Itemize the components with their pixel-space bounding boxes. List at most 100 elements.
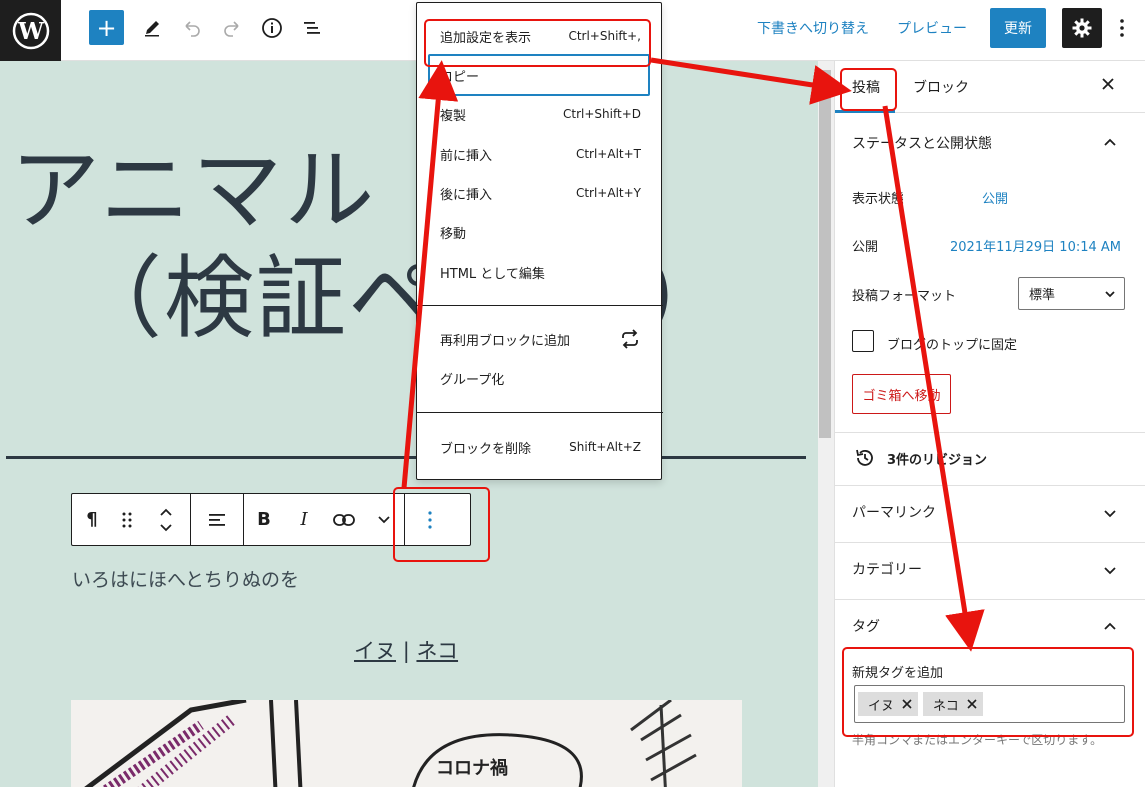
svg-text:コロナ禍: コロナ禍 <box>436 757 508 779</box>
block-toolbar-group-format: B I <box>244 494 405 545</box>
annotation-highlight-options-button <box>393 487 490 562</box>
menu-item-label: 移動 <box>440 226 467 242</box>
post-title-line-1: アニマル <box>10 138 377 243</box>
chevron-up-icon[interactable] <box>1103 619 1117 633</box>
italic-icon: I <box>300 509 308 530</box>
link-icon <box>333 513 355 526</box>
menu-item-label: 前に挿入 <box>440 148 493 164</box>
close-icon <box>1102 78 1114 90</box>
paragraph-type-button[interactable]: ¶ <box>72 494 112 545</box>
menu-item-insert-before[interactable]: 前に挿入 Ctrl+Alt+T <box>417 134 663 174</box>
bold-icon: B <box>257 509 271 530</box>
menu-item-shortcut: Shift+Alt+Z <box>569 440 641 454</box>
sticky-label: ブログのトップに固定 <box>887 338 1018 353</box>
annotation-highlight-post-tab <box>840 68 897 111</box>
gear-icon <box>1072 18 1092 38</box>
sidebar-divider <box>835 542 1145 543</box>
menu-item-label: 複製 <box>440 108 467 124</box>
menu-item-label: 再利用ブロックに追加 <box>440 333 571 349</box>
visibility-value[interactable]: 公開 <box>982 188 1008 207</box>
add-block-button[interactable]: + <box>89 10 124 45</box>
permalink-panel-title[interactable]: パーマリンク <box>852 502 936 522</box>
menu-item-shortcut: Ctrl+Alt+Y <box>575 186 641 200</box>
link-button[interactable] <box>324 494 364 545</box>
menu-item-shortcut: Ctrl+Alt+T <box>575 147 641 161</box>
annotation-highlight-menu-item <box>424 19 651 67</box>
sketch-illustration: コロナ禍 <box>84 700 697 787</box>
menu-item-group[interactable]: グループ化 <box>417 358 663 398</box>
tag-link[interactable]: ネコ <box>416 639 458 663</box>
menu-item-shortcut: Ctrl+Shift+D <box>563 107 641 121</box>
revisions-link[interactable]: 3件のリビジョン <box>887 449 987 468</box>
update-button[interactable]: 更新 <box>990 8 1046 48</box>
annotation-highlight-tags-field <box>842 647 1134 737</box>
menu-item-add-to-reusable[interactable]: 再利用ブロックに追加 <box>417 319 663 359</box>
history-icon <box>856 449 873 466</box>
menu-item-move[interactable]: 移動 <box>417 212 663 252</box>
separator-block[interactable] <box>6 456 806 459</box>
block-toolbar-group-align <box>191 494 244 545</box>
image-block[interactable]: コロナ禍 <box>71 700 742 787</box>
align-button[interactable] <box>191 494 243 545</box>
italic-button[interactable]: I <box>284 494 324 545</box>
sticky-checkbox[interactable] <box>852 330 874 352</box>
visibility-label: 表示状態 <box>852 192 905 207</box>
move-to-trash-button[interactable]: ゴミ箱へ移動 <box>852 374 951 414</box>
info-icon[interactable] <box>260 16 284 40</box>
chevron-down-icon <box>378 515 390 523</box>
tools-pencil-icon[interactable] <box>140 16 164 40</box>
chevron-up-icon[interactable] <box>1103 135 1117 149</box>
menu-item-label: グループ化 <box>440 372 505 388</box>
move-up-down-icon <box>160 508 172 531</box>
pilcrow-icon: ¶ <box>86 509 98 530</box>
bold-button[interactable]: B <box>244 494 284 545</box>
chevron-down-icon <box>1105 291 1115 298</box>
post-format-label: 投稿フォーマット <box>852 289 957 304</box>
plus-icon: + <box>96 13 117 42</box>
sidebar-divider <box>835 485 1145 486</box>
sidebar-divider <box>835 432 1145 433</box>
reusable-block-icon <box>622 329 638 349</box>
publish-date-value[interactable]: 2021年11月29日 10:14 AM <box>950 236 1121 255</box>
post-title-line-2: （検証ペ <box>72 246 440 351</box>
post-tags-line: イヌ | ネコ <box>354 635 458 665</box>
drag-handle-icon[interactable] <box>112 494 142 545</box>
menu-item-label: HTML として編集 <box>440 266 545 282</box>
chevron-down-icon[interactable] <box>1103 507 1117 521</box>
svg-text:W: W <box>17 18 45 45</box>
menu-item-insert-after[interactable]: 後に挿入 Ctrl+Alt+Y <box>417 173 663 213</box>
more-options-icon[interactable] <box>1112 14 1132 42</box>
categories-panel-title[interactable]: カテゴリー <box>852 559 922 579</box>
tag-separator: | <box>402 639 410 663</box>
list-view-icon[interactable] <box>300 16 324 40</box>
editor-canvas: アニマル （検証ペ） いろはにほへとちりぬのを イヌ | ネコ コロナ禍 ¶ B… <box>0 61 818 787</box>
menu-item-edit-as-html[interactable]: HTML として編集 <box>417 252 663 292</box>
menu-item-label: ブロックを削除 <box>440 441 532 457</box>
post-format-select[interactable]: 標準 <box>1018 277 1125 310</box>
move-block-button[interactable] <box>142 494 190 545</box>
paragraph-block[interactable]: いろはにほへとちりぬのを <box>72 565 299 592</box>
switch-to-draft-button[interactable]: 下書きへ切り替え <box>757 18 869 38</box>
block-toolbar-group-block: ¶ <box>72 494 191 545</box>
tab-block[interactable]: ブロック <box>913 77 969 97</box>
settings-gear-button[interactable] <box>1062 8 1102 48</box>
tag-link[interactable]: イヌ <box>354 639 396 663</box>
undo-icon[interactable] <box>180 16 204 40</box>
publish-label: 公開 <box>852 240 879 255</box>
post-format-selected: 標準 <box>1029 288 1056 303</box>
post-title[interactable]: アニマル （検証ペ） <box>10 137 790 353</box>
wordpress-logo-icon[interactable]: W <box>0 0 61 61</box>
preview-button[interactable]: プレビュー <box>897 18 967 38</box>
sidebar-divider <box>835 599 1145 600</box>
close-sidebar-button[interactable] <box>1101 75 1115 96</box>
chevron-down-icon[interactable] <box>1103 564 1117 578</box>
status-panel-title[interactable]: ステータスと公開状態 <box>852 133 992 153</box>
menu-item-duplicate[interactable]: 複製 Ctrl+Shift+D <box>417 94 663 134</box>
menu-item-remove-block[interactable]: ブロックを削除 Shift+Alt+Z <box>417 427 663 467</box>
menu-item-label: 後に挿入 <box>440 187 493 203</box>
redo-icon[interactable] <box>220 16 244 40</box>
align-left-icon <box>209 513 225 526</box>
tags-panel-title[interactable]: タグ <box>852 616 880 636</box>
menu-separator <box>417 305 663 306</box>
editor-scrollbar-thumb[interactable] <box>819 70 831 438</box>
